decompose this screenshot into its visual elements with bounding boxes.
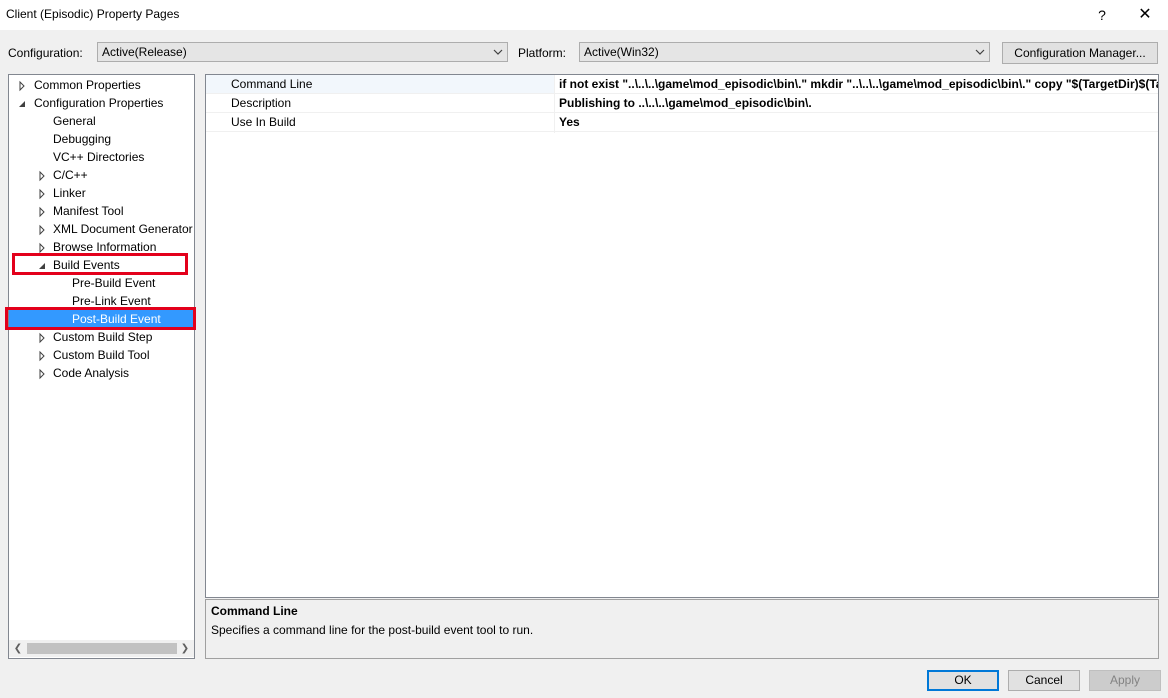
grid-row[interactable]: Description Publishing to ..\..\..\game\… (206, 94, 1158, 113)
tree-item-code-analysis[interactable]: Code Analysis (53, 364, 129, 382)
description-title: Command Line (211, 604, 298, 618)
expand-triangle-icon[interactable] (37, 365, 47, 383)
tree-item-c-cpp[interactable]: C/C++ (53, 166, 88, 184)
platform-dropdown[interactable]: Active(Win32) (579, 42, 990, 62)
tree-item-general[interactable]: General (53, 112, 96, 130)
tree-item-pre-build-event[interactable]: Pre-Build Event (72, 274, 155, 292)
description-panel: Command Line Specifies a command line fo… (205, 599, 1159, 659)
tree-item-debugging[interactable]: Debugging (53, 130, 111, 148)
grid-row-value[interactable]: Publishing to ..\..\..\game\mod_episodic… (559, 94, 812, 112)
expand-triangle-icon[interactable] (37, 221, 47, 239)
scroll-left-icon[interactable]: ❮ (11, 640, 25, 657)
expand-triangle-icon[interactable] (37, 167, 47, 185)
expand-triangle-icon[interactable] (37, 203, 47, 221)
platform-value: Active(Win32) (584, 45, 659, 59)
grid-row[interactable]: Command Line if not exist "..\..\..\game… (206, 75, 1158, 94)
expand-triangle-icon[interactable] (37, 329, 47, 347)
cancel-button[interactable]: Cancel (1008, 670, 1080, 691)
configuration-dropdown[interactable]: Active(Release) (97, 42, 508, 62)
close-button[interactable]: ✕ (1130, 0, 1160, 30)
scroll-right-icon[interactable]: ❯ (178, 640, 192, 657)
grid-row-name: Description (231, 96, 292, 110)
apply-button[interactable]: Apply (1089, 670, 1161, 691)
window-title: Client (Episodic) Property Pages (6, 7, 180, 21)
scrollbar-thumb[interactable] (27, 643, 177, 654)
tree-item-manifest-tool[interactable]: Manifest Tool (53, 202, 123, 220)
annotation-box-build-events (12, 253, 188, 275)
collapse-triangle-icon[interactable] (17, 95, 27, 113)
chevron-down-icon (493, 49, 503, 55)
grid-column-separator[interactable] (554, 75, 555, 133)
tree-horizontal-scrollbar[interactable]: ❮ ❯ (9, 640, 194, 657)
tree-item-custom-build-tool[interactable]: Custom Build Tool (53, 346, 150, 364)
ok-button[interactable]: OK (927, 670, 999, 691)
help-button[interactable]: ? (1090, 0, 1114, 30)
property-tree[interactable]: Common Properties Configuration Properti… (8, 74, 195, 659)
expand-triangle-icon[interactable] (17, 77, 27, 95)
tree-item-custom-build-step[interactable]: Custom Build Step (53, 328, 152, 346)
grid-row-value[interactable]: if not exist "..\..\..\game\mod_episodic… (559, 75, 1158, 93)
tree-item-configuration-properties[interactable]: Configuration Properties (34, 94, 163, 112)
configuration-value: Active(Release) (102, 45, 187, 59)
annotation-box-post-build-event (5, 307, 196, 330)
property-grid[interactable]: Command Line if not exist "..\..\..\game… (205, 74, 1159, 598)
configuration-manager-button[interactable]: Configuration Manager... (1002, 42, 1158, 64)
expand-triangle-icon[interactable] (37, 347, 47, 365)
tree-item-linker[interactable]: Linker (53, 184, 86, 202)
tree-item-vc-directories[interactable]: VC++ Directories (53, 148, 144, 166)
description-text: Specifies a command line for the post-bu… (211, 623, 534, 637)
tree-item-xml-document-generator[interactable]: XML Document Generator (53, 220, 193, 238)
grid-row-value[interactable]: Yes (559, 113, 580, 131)
configuration-label: Configuration: (8, 46, 83, 60)
grid-row-name: Use In Build (231, 115, 296, 129)
tree-item-common-properties[interactable]: Common Properties (34, 76, 141, 94)
platform-label: Platform: (518, 46, 567, 60)
expand-triangle-icon[interactable] (37, 185, 47, 203)
grid-row-name: Command Line (231, 77, 313, 91)
chevron-down-icon (975, 49, 985, 55)
grid-row[interactable]: Use In Build Yes (206, 113, 1158, 132)
